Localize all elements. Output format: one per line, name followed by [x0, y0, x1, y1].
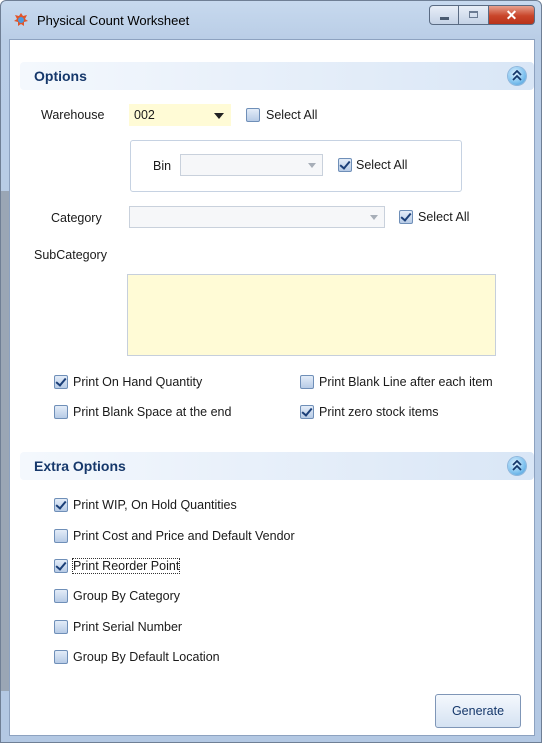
print-on-hand-quantity-label: Print On Hand Quantity: [73, 375, 203, 389]
group-by-default-location-label: Group By Default Location: [73, 650, 220, 664]
window: Physical Count Worksheet ✕ Options Wareh…: [0, 0, 542, 743]
category-label: Category: [51, 211, 102, 225]
options-title: Options: [34, 68, 87, 84]
app-icon: [14, 13, 28, 26]
client-area: Options Warehouse 002 Select All Bin Sel…: [9, 39, 535, 736]
category-select[interactable]: [129, 206, 385, 228]
print-reorder-point-label: Print Reorder Point: [71, 558, 181, 574]
maximize-icon: [469, 11, 478, 18]
subcategory-label: SubCategory: [34, 248, 107, 262]
close-button[interactable]: ✕: [489, 5, 535, 25]
group-by-category-label: Group By Category: [73, 589, 180, 603]
minimize-icon: [440, 17, 449, 20]
warehouse-select[interactable]: 002: [129, 104, 231, 126]
print-on-hand-quantity-checkbox[interactable]: [54, 375, 68, 389]
bin-select-all-label: Select All: [356, 158, 408, 172]
subcategory-list[interactable]: [127, 274, 496, 356]
print-blank-space-checkbox[interactable]: [54, 405, 68, 419]
print-blank-space-label: Print Blank Space at the end: [73, 405, 232, 419]
extra-options-title: Extra Options: [34, 458, 126, 474]
warehouse-value: 002: [134, 108, 155, 122]
chevron-down-icon: [370, 215, 378, 220]
print-cost-price-checkbox[interactable]: [54, 529, 68, 543]
print-zero-stock-checkbox[interactable]: [300, 405, 314, 419]
title-bar[interactable]: Physical Count Worksheet ✕: [1, 1, 541, 39]
options-header[interactable]: Options: [20, 62, 534, 90]
close-icon: ✕: [505, 7, 518, 23]
print-wip-checkbox[interactable]: [54, 498, 68, 512]
bin-select[interactable]: [180, 154, 323, 176]
print-blank-line-checkbox[interactable]: [300, 375, 314, 389]
print-blank-line-label: Print Blank Line after each item: [319, 375, 493, 389]
print-wip-label: Print WIP, On Hold Quantities: [73, 498, 237, 512]
print-serial-number-checkbox[interactable]: [54, 620, 68, 634]
warehouse-select-all-label: Select All: [266, 108, 318, 122]
collapse-extra-options-icon[interactable]: [508, 457, 526, 475]
window-left-edge: [1, 191, 9, 691]
generate-button[interactable]: Generate: [435, 694, 521, 728]
bin-label: Bin: [153, 159, 172, 173]
category-select-all-checkbox[interactable]: [399, 210, 413, 224]
window-title: Physical Count Worksheet: [37, 13, 190, 28]
maximize-button[interactable]: [459, 5, 489, 25]
print-reorder-point-checkbox[interactable]: [54, 559, 68, 573]
warehouse-select-all-checkbox[interactable]: [246, 108, 260, 122]
extra-options-header[interactable]: Extra Options: [20, 452, 534, 480]
warehouse-label: Warehouse: [41, 108, 105, 122]
group-by-default-location-checkbox[interactable]: [54, 650, 68, 664]
chevron-down-icon: [308, 163, 316, 168]
collapse-options-icon[interactable]: [508, 67, 526, 85]
print-cost-price-label: Print Cost and Price and Default Vendor: [73, 529, 295, 543]
minimize-button[interactable]: [429, 5, 459, 25]
group-by-category-checkbox[interactable]: [54, 589, 68, 603]
bin-select-all-checkbox[interactable]: [338, 158, 352, 172]
print-zero-stock-label: Print zero stock items: [319, 405, 439, 419]
category-select-all-label: Select All: [418, 210, 470, 224]
caption-buttons: ✕: [429, 5, 535, 27]
print-serial-number-label: Print Serial Number: [73, 620, 183, 634]
chevron-down-icon: [214, 113, 224, 119]
